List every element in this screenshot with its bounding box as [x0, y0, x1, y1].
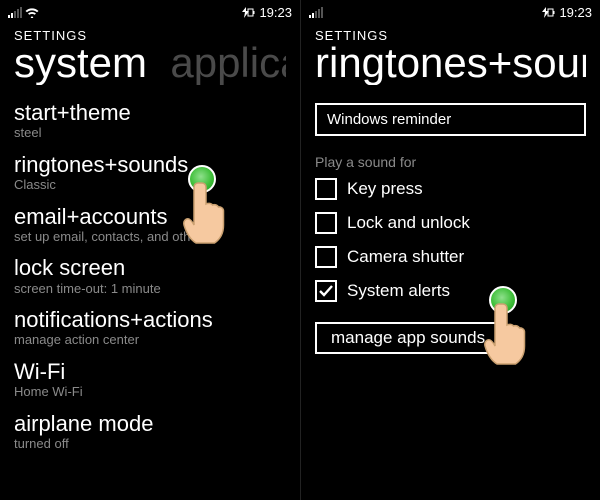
manage-app-sounds-button[interactable]: manage app sounds — [315, 322, 501, 354]
reminder-select[interactable]: Windows reminder — [315, 103, 586, 136]
status-time: 19:23 — [559, 5, 592, 20]
item-subtitle: steel — [14, 125, 286, 141]
item-title: lock screen — [14, 256, 286, 280]
check-camera-shutter[interactable]: Camera shutter — [315, 246, 586, 268]
page-title: ringtones+sounds — [315, 41, 586, 85]
header: SETTINGS system applications — [0, 24, 300, 85]
item-subtitle: Classic — [14, 177, 286, 193]
item-subtitle: set up email, contacts, and others — [14, 229, 286, 245]
pivot-active[interactable]: system — [14, 41, 147, 85]
pivot-tabs[interactable]: system applications — [14, 41, 286, 85]
check-label: Key press — [347, 179, 423, 199]
status-bar: 19:23 — [301, 0, 600, 24]
pivot-next[interactable]: applications — [159, 41, 286, 85]
item-ringtones-sounds[interactable]: ringtones+sounds Classic — [14, 153, 286, 193]
section-label: Play a sound for — [315, 154, 586, 170]
item-title: Wi-Fi — [14, 360, 286, 384]
item-subtitle: screen time-out: 1 minute — [14, 281, 286, 297]
screen-ringtones-sounds: 19:23 SETTINGS ringtones+sounds Windows … — [300, 0, 600, 500]
battery-icon — [537, 7, 553, 18]
checkbox-icon — [315, 280, 337, 302]
status-time: 19:23 — [259, 5, 292, 20]
item-notifications-actions[interactable]: notifications+actions manage action cent… — [14, 308, 286, 348]
item-lock-screen[interactable]: lock screen screen time-out: 1 minute — [14, 256, 286, 296]
screen-system-settings: 19:23 SETTINGS system applications start… — [0, 0, 300, 500]
battery-icon — [237, 7, 253, 18]
item-title: email+accounts — [14, 205, 286, 229]
item-start-theme[interactable]: start+theme steel — [14, 101, 286, 141]
item-subtitle: Home Wi-Fi — [14, 384, 286, 400]
checkbox-icon — [315, 212, 337, 234]
item-wifi[interactable]: Wi-Fi Home Wi-Fi — [14, 360, 286, 400]
item-email-accounts[interactable]: email+accounts set up email, contacts, a… — [14, 205, 286, 245]
check-label: Lock and unlock — [347, 213, 470, 233]
check-key-press[interactable]: Key press — [315, 178, 586, 200]
item-title: start+theme — [14, 101, 286, 125]
status-bar: 19:23 — [0, 0, 300, 24]
content-area: Windows reminder Play a sound for Key pr… — [301, 85, 600, 354]
settings-list: start+theme steel ringtones+sounds Class… — [0, 85, 300, 451]
item-title: ringtones+sounds — [14, 153, 286, 177]
cellular-signal-icon — [309, 7, 323, 18]
check-system-alerts[interactable]: System alerts — [315, 280, 586, 302]
check-label: System alerts — [347, 281, 450, 301]
wifi-icon — [25, 7, 39, 18]
reminder-select-value: Windows reminder — [327, 111, 451, 128]
checkbox-icon — [315, 178, 337, 200]
item-subtitle: turned off — [14, 436, 286, 452]
item-airplane-mode[interactable]: airplane mode turned off — [14, 412, 286, 452]
checkbox-icon — [315, 246, 337, 268]
header: SETTINGS ringtones+sounds — [301, 24, 600, 85]
item-subtitle: manage action center — [14, 332, 286, 348]
check-lock-unlock[interactable]: Lock and unlock — [315, 212, 586, 234]
cellular-signal-icon — [8, 7, 22, 18]
item-title: notifications+actions — [14, 308, 286, 332]
check-label: Camera shutter — [347, 247, 464, 267]
item-title: airplane mode — [14, 412, 286, 436]
